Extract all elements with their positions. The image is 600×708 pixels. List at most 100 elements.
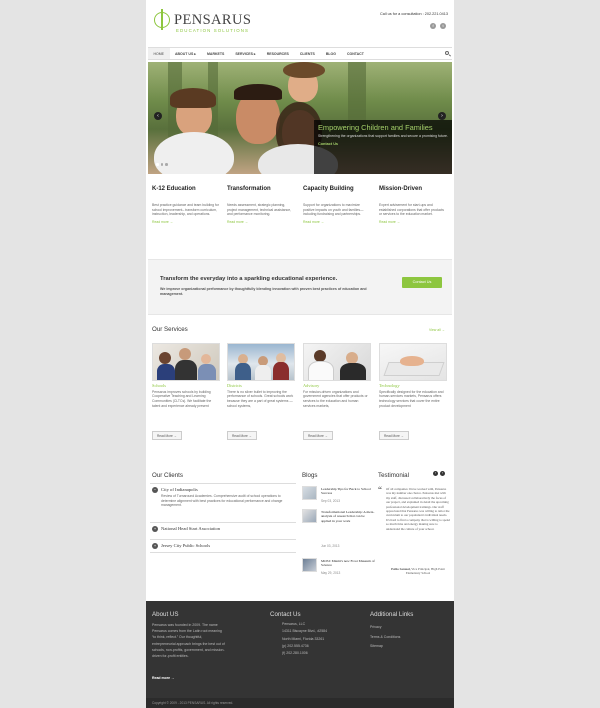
blog-item[interactable]: Transformational Leadership: A meta-anal… — [302, 509, 374, 549]
service-read-more-button[interactable]: Read More → — [227, 431, 257, 440]
slider-next-button[interactable]: › — [438, 112, 446, 120]
nav-item-resources[interactable]: RESOURCES — [261, 48, 294, 59]
service-technology: Technology Specifically designed for the… — [379, 343, 447, 442]
nav-item-services[interactable]: SERVICES ▸ — [230, 48, 261, 59]
testimonial-next-icon[interactable]: › — [440, 471, 445, 476]
nav-item-clients[interactable]: CLIENTS — [294, 48, 320, 59]
service-title[interactable]: Districts — [227, 383, 295, 388]
hero-contact-link[interactable]: Contact Us — [318, 142, 448, 146]
facebook-icon[interactable]: f — [430, 23, 436, 29]
client-name[interactable]: City of Indianapolis — [161, 487, 198, 492]
footer-link-sitemap[interactable]: Sitemap — [370, 642, 400, 652]
feature-text: Needs assessment, strategic planning, pr… — [227, 203, 292, 217]
footer-about-read-more[interactable]: Read more → — [152, 675, 175, 682]
service-image[interactable] — [379, 343, 447, 381]
nav-item-blog[interactable]: BLOG — [320, 48, 341, 59]
logo-tagline: EDUCATION SOLUTIONS — [176, 28, 250, 33]
hero-description: Strengthening the organizations that sup… — [318, 134, 448, 139]
service-title[interactable]: Technology — [379, 383, 447, 388]
client-item[interactable]: − City of Indianapolis Review of Turnaro… — [150, 483, 296, 519]
expand-icon[interactable]: + — [152, 526, 158, 532]
blog-date: Jun 03, 2013 — [321, 544, 340, 548]
expand-icon[interactable]: + — [152, 543, 158, 549]
footer-contact-title: Contact Us — [270, 611, 301, 618]
footer-contact-line: North Miami, Florida 33261 — [282, 636, 325, 641]
service-title[interactable]: Advisory — [303, 383, 371, 388]
service-image[interactable] — [152, 343, 220, 381]
testimonial-author-role: Vice Principal, High Point Elementary Sc… — [405, 567, 445, 576]
footer-link-terms[interactable]: Terms & Conditions — [370, 633, 400, 643]
feature-read-more[interactable]: Read more → — [152, 220, 220, 224]
nav-item-markets[interactable]: MARKETS — [202, 48, 230, 59]
footer-link-privacy[interactable]: Privacy — [370, 623, 400, 633]
nav-item-home[interactable]: HOME — [148, 48, 170, 59]
hero-father-hair — [234, 84, 282, 100]
twitter-icon[interactable]: t — [440, 23, 446, 29]
nav-item-contact[interactable]: CONTACT — [341, 48, 369, 59]
hero-child-hair — [170, 88, 216, 108]
client-name[interactable]: Jersey City Public Schools — [161, 543, 210, 548]
feature-k12: K-12 Education Best practice guidance an… — [152, 186, 220, 224]
client-item[interactable]: + National Head Start Association — [150, 522, 296, 536]
slider-dot[interactable] — [156, 163, 159, 166]
service-districts: Districts There is no silver bullet to i… — [227, 343, 295, 442]
blogs-title: Blogs — [302, 472, 318, 479]
hero-shirt — [154, 132, 234, 174]
service-read-more-button[interactable]: Read More → — [379, 431, 409, 440]
page-container: PENSARUS EDUCATION SOLUTIONS Call us for… — [146, 0, 454, 708]
logo-icon[interactable] — [154, 9, 170, 30]
service-text: Specifically designed for the education … — [379, 389, 444, 408]
blog-thumbnail[interactable] — [302, 486, 317, 500]
cta-contact-button[interactable]: Contact Us — [402, 277, 442, 288]
cta-text: We improve organizational performance by… — [160, 287, 367, 296]
testimonial-prev-icon[interactable]: ‹ — [433, 471, 438, 476]
service-title[interactable]: Schools — [152, 383, 220, 388]
footer-contact-line: 14311 Biscayne Blvd., #2584 — [282, 629, 328, 634]
feature-text: Expert advisement for start-ups and esta… — [379, 203, 444, 217]
feature-read-more[interactable]: Read more → — [227, 220, 295, 224]
testimonial-quote: Of all companies I have worked with, Pen… — [386, 487, 450, 531]
feature-read-more[interactable]: Read more → — [379, 220, 447, 224]
services-view-all[interactable]: View all → — [429, 328, 445, 332]
footer-contact-text: Pensarus, LLC 14311 Biscayne Blvd., #258… — [282, 621, 327, 657]
client-item[interactable]: + Jersey City Public Schools — [150, 539, 296, 553]
service-image[interactable] — [303, 343, 371, 381]
blog-item[interactable]: MOSI: Miami's new Frost Museum of Scienc… — [302, 558, 375, 580]
footer-contact-line: Pensarus, LLC — [282, 622, 306, 626]
service-text: For mission-driven organizations and gov… — [303, 389, 368, 408]
service-read-more-button[interactable]: Read More → — [152, 431, 182, 440]
blog-thumbnail[interactable] — [302, 509, 317, 523]
service-schools: Schools Pensarus improves schools by bui… — [152, 343, 220, 442]
testimonial-author-name: Pablo Samuel, — [391, 567, 411, 571]
footer-contact-line: (p) 202.555.4736 — [282, 643, 309, 648]
blog-date: May 29, 2013 — [321, 571, 341, 575]
feature-text: Support for organizations to maximize po… — [303, 203, 364, 217]
blog-title[interactable]: MOSI: Miami's new Frost Museum of Scienc… — [321, 559, 375, 568]
service-image[interactable] — [227, 343, 295, 381]
slider-prev-button[interactable]: ‹ — [154, 112, 162, 120]
feature-read-more[interactable]: Read more → — [303, 220, 371, 224]
service-read-more-button[interactable]: Read More → — [303, 431, 333, 440]
slider-dot[interactable] — [160, 163, 163, 166]
footer-about-title: About US — [152, 611, 179, 618]
slider-dot[interactable] — [165, 163, 168, 166]
footer-about-line: entrepreneurial approach brings the best… — [152, 641, 225, 646]
footer-about-line: driven for-profit entities. — [152, 654, 189, 659]
footer: About US Pensarus was founded in 2009. T… — [146, 601, 454, 708]
cta-banner: Transform the everyday into a sparkling … — [148, 259, 452, 315]
blog-item[interactable]: Leadership Tips for Back to School Succe… — [302, 486, 374, 508]
blog-title[interactable]: Leadership Tips for Back to School Succe… — [321, 487, 375, 496]
search-icon[interactable] — [445, 51, 449, 55]
service-text: Pensarus improves schools by building Co… — [152, 389, 212, 408]
client-name[interactable]: National Head Start Association — [161, 526, 220, 531]
logo-name[interactable]: PENSARUS — [174, 12, 251, 29]
footer-links-title: Additional Links — [370, 611, 414, 618]
feature-capacity: Capacity Building Support for organizati… — [303, 186, 371, 224]
collapse-icon[interactable]: − — [152, 487, 158, 493]
footer-copyright: Copyright © 2009 - 2013 PENSARUS. All ri… — [146, 698, 454, 708]
blog-thumbnail[interactable] — [302, 558, 317, 572]
hero-slider[interactable]: ‹ › Empowering Children and Families Str… — [148, 62, 452, 174]
blog-title[interactable]: Transformational Leadership: A meta-anal… — [321, 510, 375, 523]
nav-item-about[interactable]: ABOUT US ▸ — [170, 48, 202, 59]
feature-title: Transformation — [227, 186, 271, 192]
